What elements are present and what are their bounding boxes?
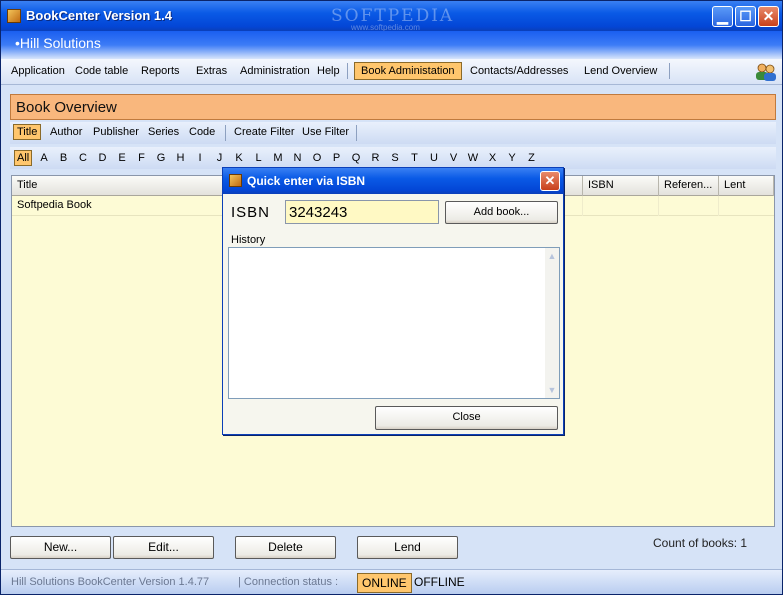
letter-t[interactable]: T <box>408 152 422 164</box>
brand-bar: •Hill Solutions <box>1 31 782 59</box>
tab-book-administration[interactable]: Book Administation <box>354 62 462 80</box>
menu-separator <box>669 63 670 79</box>
brand-label: •Hill Solutions <box>15 35 101 51</box>
users-icon[interactable] <box>755 63 777 81</box>
dialog-title: Quick enter via ISBN <box>247 174 366 188</box>
filter-title[interactable]: Title <box>13 124 42 140</box>
lend-book-button[interactable]: Lend <box>357 536 458 559</box>
page-title: Book Overview <box>16 99 117 116</box>
letter-y[interactable]: Y <box>505 152 519 164</box>
dialog-app-icon <box>229 174 242 187</box>
status-bar: Hill Solutions BookCenter Version 1.4.77… <box>1 569 782 594</box>
letter-v[interactable]: V <box>447 152 461 164</box>
letter-k[interactable]: K <box>232 152 246 164</box>
close-button[interactable]: ✕ <box>758 6 779 27</box>
letter-m[interactable]: M <box>271 152 285 164</box>
letter-o[interactable]: O <box>310 152 324 164</box>
scroll-down-icon[interactable]: ▼ <box>546 384 558 396</box>
tab-lend-overview[interactable]: Lend Overview <box>584 65 657 77</box>
letter-l[interactable]: L <box>252 152 266 164</box>
cell-isbn <box>583 196 659 216</box>
letter-c[interactable]: C <box>76 152 90 164</box>
column-lent[interactable]: Lent <box>719 176 774 196</box>
dialog-title-bar[interactable]: Quick enter via ISBN ✕ <box>223 168 563 194</box>
cell-lent <box>719 196 774 216</box>
scroll-up-icon[interactable]: ▲ <box>546 250 558 262</box>
letter-j[interactable]: J <box>213 152 227 164</box>
menu-reports[interactable]: Reports <box>141 65 180 77</box>
app-icon <box>7 9 21 23</box>
isbn-dialog: Quick enter via ISBN ✕ ISBN Add book... … <box>222 167 564 435</box>
column-reference[interactable]: Referen... <box>659 176 719 196</box>
history-label: History <box>231 234 266 246</box>
filter-publisher[interactable]: Publisher <box>93 126 139 138</box>
history-list[interactable]: ▲ ▼ <box>228 247 560 399</box>
letter-b[interactable]: B <box>57 152 71 164</box>
create-filter-button[interactable]: Create Filter <box>234 126 295 138</box>
delete-book-button[interactable]: Delete <box>235 536 336 559</box>
book-overview-header: Book Overview <box>10 94 776 120</box>
window-title: BookCenter Version 1.4 <box>26 8 172 23</box>
letter-s[interactable]: S <box>388 152 402 164</box>
offline-status-button[interactable]: OFFLINE <box>414 575 465 589</box>
menu-help[interactable]: Help <box>317 65 340 77</box>
filter-bar: Title Author Publisher Series Code Creat… <box>10 122 776 144</box>
online-status-button[interactable]: ONLINE <box>357 573 412 593</box>
isbn-input[interactable] <box>285 200 439 224</box>
dialog-body: ISBN Add book... History ▲ ▼ Close <box>223 194 563 434</box>
menu-code-table[interactable]: Code table <box>75 65 128 77</box>
book-count: Count of books: 1 <box>653 536 748 550</box>
letter-a[interactable]: A <box>37 152 51 164</box>
menu-separator <box>347 63 348 79</box>
filter-series[interactable]: Series <box>148 126 179 138</box>
alphabet-bar: All A B C D E F G H I J K L M N O P Q R S T U V W X Y Z <box>10 147 776 169</box>
cell-reference <box>659 196 719 216</box>
letter-x[interactable]: X <box>486 152 500 164</box>
use-filter-button[interactable]: Use Filter <box>302 126 349 138</box>
letter-u[interactable]: U <box>427 152 441 164</box>
letter-n[interactable]: N <box>291 152 305 164</box>
filter-separator <box>356 125 357 141</box>
letter-e[interactable]: E <box>115 152 129 164</box>
letter-f[interactable]: F <box>135 152 149 164</box>
isbn-label: ISBN <box>231 204 271 221</box>
connection-status-label: | Connection status : <box>238 576 339 588</box>
app-version-text: Hill Solutions BookCenter Version 1.4.77 <box>11 576 210 588</box>
letter-i[interactable]: I <box>193 152 207 164</box>
dialog-close-button[interactable]: Close <box>375 406 558 430</box>
letter-w[interactable]: W <box>466 152 480 164</box>
letter-all[interactable]: All <box>14 150 32 166</box>
tab-contacts-addresses[interactable]: Contacts/Addresses <box>470 65 568 77</box>
menu-application[interactable]: Application <box>11 65 65 77</box>
letter-d[interactable]: D <box>96 152 110 164</box>
filter-author[interactable]: Author <box>50 126 82 138</box>
menu-bar: Application Code table Reports Extras Ad… <box>1 59 782 85</box>
title-bar[interactable]: BookCenter Version 1.4 SOFTPEDIA www.sof… <box>1 1 782 32</box>
filter-code[interactable]: Code <box>189 126 215 138</box>
dialog-close-icon[interactable]: ✕ <box>540 171 560 191</box>
letter-h[interactable]: H <box>174 152 188 164</box>
menu-administration[interactable]: Administration <box>240 65 310 77</box>
letter-z[interactable]: Z <box>525 152 539 164</box>
column-isbn[interactable]: ISBN <box>583 176 659 196</box>
add-book-button[interactable]: Add book... <box>445 201 558 224</box>
minimize-button[interactable]: ▁ <box>712 6 733 27</box>
filter-separator <box>225 125 226 141</box>
letter-p[interactable]: P <box>330 152 344 164</box>
main-window: BookCenter Version 1.4 SOFTPEDIA www.sof… <box>0 0 783 595</box>
letter-r[interactable]: R <box>369 152 383 164</box>
maximize-button[interactable]: ☐ <box>735 6 756 27</box>
edit-book-button[interactable]: Edit... <box>113 536 214 559</box>
letter-g[interactable]: G <box>154 152 168 164</box>
new-book-button[interactable]: New... <box>10 536 111 559</box>
history-scrollbar[interactable]: ▲ ▼ <box>545 248 559 398</box>
letter-q[interactable]: Q <box>349 152 363 164</box>
menu-extras[interactable]: Extras <box>196 65 227 77</box>
